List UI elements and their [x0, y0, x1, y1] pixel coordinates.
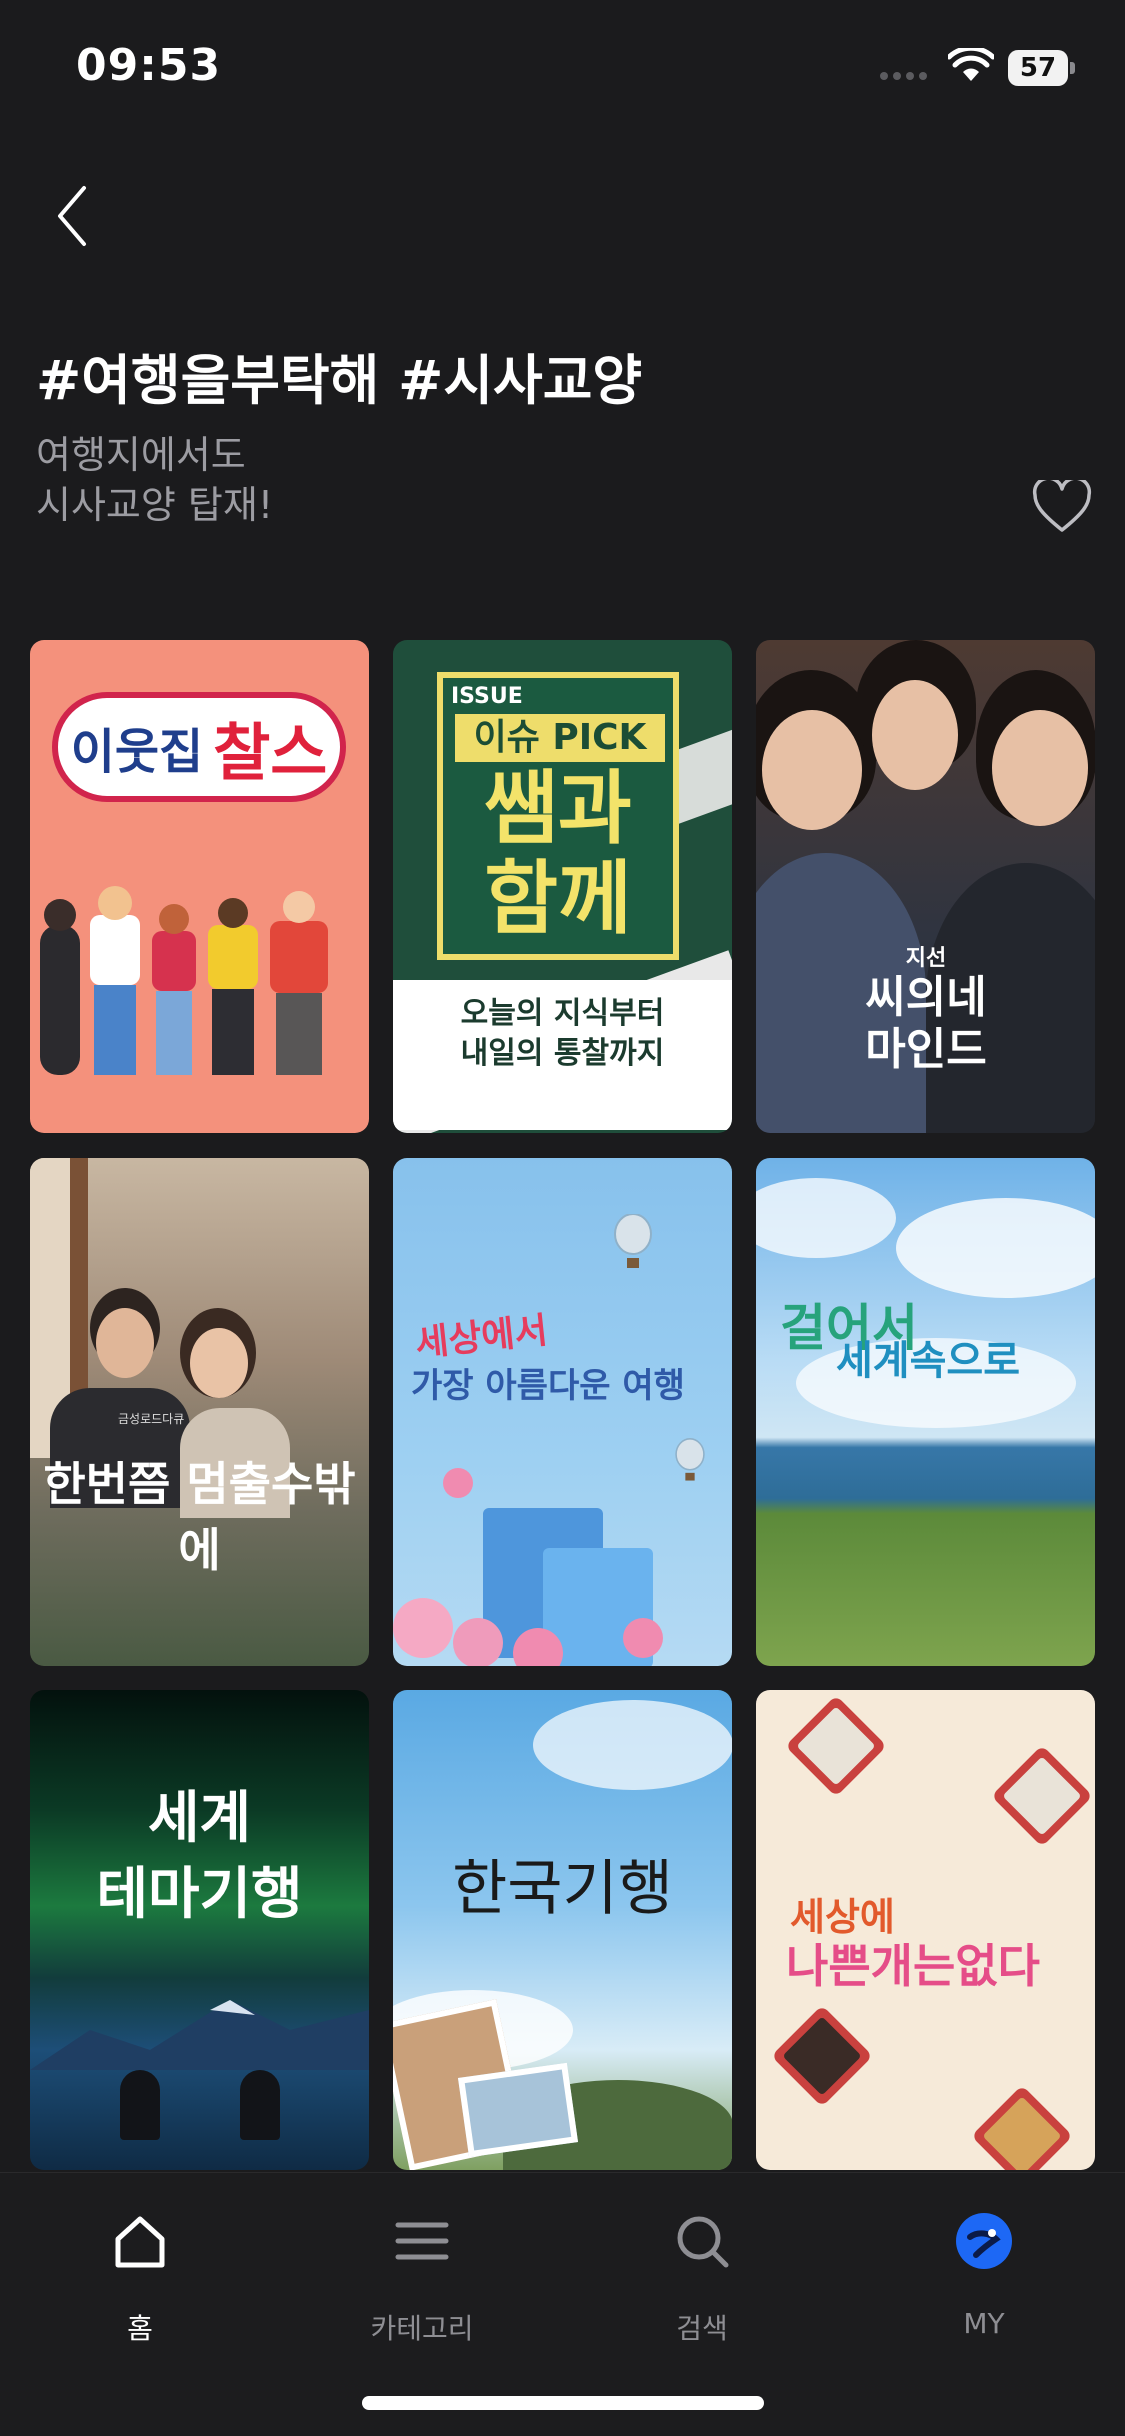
menu-icon [395, 2222, 449, 2260]
home-indicator[interactable] [362, 2396, 764, 2410]
people-illustration [40, 886, 328, 1075]
tab-search[interactable]: 검색 [602, 2201, 802, 2351]
tab-label: MY [963, 2307, 1005, 2340]
program-card[interactable]: 금성로드다큐 한번쯤 멈출수밖에 [30, 1158, 369, 1666]
program-title: 한국기행 [452, 1854, 673, 1924]
tab-label: 검색 [676, 2312, 728, 2345]
program-card[interactable]: 지선 씨의네 마인드 [756, 640, 1095, 1133]
program-logo: 이웃집 찰스 [52, 692, 346, 802]
program-card[interactable]: 세상에서 가장 아름다운 여행 [393, 1158, 732, 1666]
search-icon [677, 2216, 729, 2268]
program-card[interactable]: 걸어서 세계속으로 [756, 1158, 1095, 1666]
balloon-icon [675, 1438, 705, 1481]
status-time: 09:53 [76, 40, 222, 91]
page-subtitle: 여행지에서도 시사교양 탑재! [36, 430, 636, 530]
wifi-icon [948, 48, 994, 81]
program-card[interactable]: 이웃집 찰스 [30, 640, 369, 1133]
chevron-left-icon [58, 186, 86, 246]
heart-icon [1032, 476, 1092, 532]
program-card[interactable]: ISSUE 이슈 PICK 쌤과 함께 오늘의 지식부터 내일의 통찰까지 [393, 640, 732, 1133]
program-grid: 이웃집 찰스 ISSUE 이슈 PICK 쌤과 함께 오늘의 지식부터 내일의 … [30, 640, 1095, 2170]
channel-label: 금성로드다큐 [118, 1412, 185, 1426]
program-title-part: 세상에서 [413, 1310, 550, 1365]
program-card[interactable]: 한국기행 [393, 1690, 732, 2170]
program-title-part: 가장 아름다운 여행 [411, 1366, 685, 1406]
status-bar: 09:53 57 [0, 0, 1125, 132]
subtitle-line-1: 여행지에서도 [36, 433, 246, 477]
tab-label: 카테고리 [370, 2312, 474, 2345]
profile-icon [956, 2213, 1012, 2269]
program-title-part: 찰스 [213, 716, 328, 789]
tab-label: 홈 [127, 2312, 153, 2345]
mountain-illustration [30, 2000, 369, 2070]
program-card[interactable]: 세계 테마기행 [30, 1690, 369, 2170]
program-title: 세계 테마기행 [96, 1785, 303, 1927]
tab-home[interactable]: 홈 [40, 2201, 240, 2351]
pick-banner: 이슈 PICK [455, 714, 665, 762]
program-title-part: 나쁜개는없다 [786, 1939, 1040, 1993]
battery-icon: 57 [1008, 50, 1075, 86]
battery-level: 57 [1008, 50, 1068, 86]
program-title-part: 세계속으로 [836, 1338, 1020, 1384]
program-tagline: 오늘의 지식부터 내일의 통찰까지 [460, 996, 665, 1071]
favorite-button[interactable] [1032, 476, 1092, 534]
balloon-icon [614, 1214, 652, 1268]
program-title: 지선 씨의네 마인드 [865, 946, 987, 1075]
subtitle-line-2: 시사교양 탑재! [36, 483, 274, 527]
home-icon [115, 2216, 165, 2268]
issue-badge: ISSUE [451, 684, 523, 709]
back-button[interactable] [44, 176, 104, 256]
program-title-part: 이웃집 [70, 724, 204, 780]
program-title: 쌤과 함께 [484, 762, 632, 945]
cellular-signal-icon [880, 72, 927, 80]
program-title: 한번쯤 멈출수밖에 [43, 1457, 356, 1577]
page-title: #여행을부탁해 #시사교양 [36, 349, 643, 412]
tab-category[interactable]: 카테고리 [322, 2201, 522, 2351]
tab-my[interactable]: MY [884, 2201, 1084, 2351]
screen: 09:53 57 #여행을부탁해 #시사교양 여행지에서도 시사교양 탑재! 이… [0, 0, 1125, 2436]
program-card[interactable]: 세상에 나쁜개는없다 [756, 1690, 1095, 2170]
